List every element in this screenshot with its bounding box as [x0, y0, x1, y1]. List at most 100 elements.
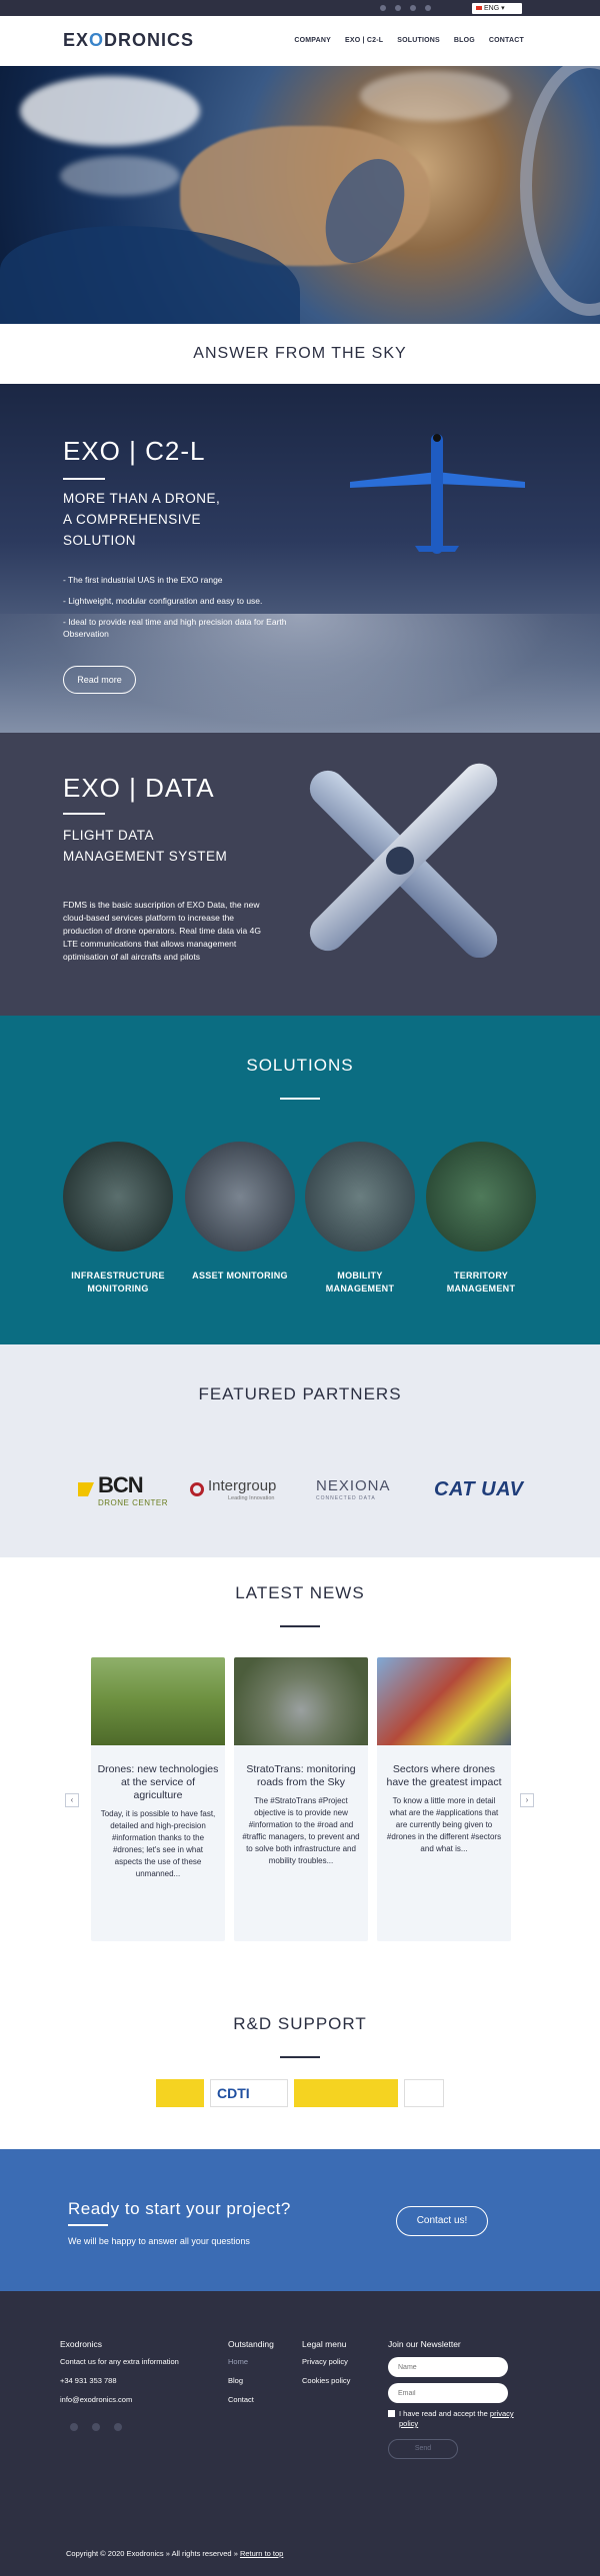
news-card-excerpt: To know a little more in detail what are… [386, 1796, 502, 1853]
nav-solutions[interactable]: SOLUTIONS [397, 37, 440, 44]
news-card-title[interactable]: Sectors where drones have the greatest i… [377, 1745, 511, 1789]
page: ENG ▾ EXODRONICS COMPANY EXO | C2-L SOLU… [0, 0, 600, 2576]
logo[interactable]: EXODRONICS [63, 30, 194, 51]
solution-label-line: MOBILITY MANAGEMENT [325, 1271, 395, 1293]
solution-label-line: INFRAESTRUCTURE [71, 1271, 165, 1281]
footer-heading: Outstanding [228, 2339, 274, 2349]
carousel-next-button[interactable]: › [520, 1793, 534, 1807]
divider [68, 2224, 108, 2226]
data-subtitle-line: MANAGEMENT SYSTEM [63, 849, 228, 864]
c2l-subtitle-line: MORE THAN A DRONE, [63, 491, 221, 506]
logo-suffix: DRONICS [104, 30, 195, 50]
footer-link-blog[interactable]: Blog [228, 2376, 274, 2385]
twitter-icon[interactable] [395, 5, 401, 11]
footer-email[interactable]: info@exodronics.com [60, 2395, 179, 2404]
cdti-label: CDTI [217, 2085, 250, 2101]
divider [63, 478, 105, 480]
linkedin-icon[interactable] [70, 2423, 78, 2431]
rd-title: R&D SUPPORT [233, 2014, 367, 2033]
footer-company: Exodronics Contact us for any extra info… [60, 2339, 179, 2414]
eu-logo [404, 2079, 444, 2107]
nexiona-logo[interactable]: NEXIONA CONNECTED DATA [316, 1468, 391, 1510]
solution-label: MOBILITY MANAGEMENT [305, 1270, 415, 1295]
intergroup-tag: Leading Innovation [228, 1495, 275, 1501]
language-selector[interactable]: ENG ▾ [472, 3, 522, 14]
footer-link-privacy[interactable]: Privacy policy [302, 2357, 350, 2366]
cat-uav-logo[interactable]: CAT UAV [434, 1468, 523, 1510]
site-footer: Exodronics Contact us for any extra info… [0, 2291, 600, 2576]
nav-exo-c2l[interactable]: EXO | C2-L [345, 37, 383, 44]
news-card[interactable]: Sectors where drones have the greatest i… [377, 1657, 511, 1941]
hero-cloud [360, 71, 510, 121]
footer-phone[interactable]: +34 931 353 788 [60, 2376, 179, 2385]
language-label: ENG [484, 5, 500, 12]
news-card[interactable]: StratoTrans: monitoring roads from the S… [234, 1657, 368, 1941]
solution-image [185, 1142, 295, 1252]
nav-company[interactable]: COMPANY [294, 37, 331, 44]
newsletter-send-button[interactable]: Send [388, 2439, 458, 2459]
instagram-icon[interactable] [114, 2423, 122, 2431]
solution-image [63, 1142, 173, 1252]
feature-item: - The first industrial UAS in the EXO ra… [63, 575, 223, 585]
cdti-logo: CDTI [210, 2079, 288, 2107]
carousel-prev-button[interactable]: ‹ [65, 1793, 79, 1807]
footer-heading: Exodronics [60, 2339, 103, 2349]
solution-mobility[interactable]: MOBILITY MANAGEMENT [305, 1142, 415, 1295]
news-card[interactable]: Drones: new technologies at the service … [91, 1657, 225, 1941]
news-card-title[interactable]: StratoTrans: monitoring roads from the S… [234, 1745, 368, 1789]
divider [63, 813, 105, 815]
consent-label: I have read and accept the privacy polic… [399, 2409, 528, 2429]
c2l-subtitle-line: SOLUTION [63, 533, 137, 548]
facebook-icon[interactable] [380, 5, 386, 11]
cta-text: We will be happy to answer all your ques… [68, 2236, 250, 2246]
feature-item: - Ideal to provide real time and high pr… [63, 617, 287, 639]
cta-section: Ready to start your project? We will be … [0, 2149, 600, 2291]
copyright-text: Copyright © 2020 Exodronics » All rights… [66, 2549, 238, 2558]
answer-section: ANSWER FROM THE SKY [0, 324, 600, 384]
solution-territory[interactable]: TERRITORY MANAGEMENT [426, 1142, 536, 1295]
intergroup-logo[interactable]: Intergroup Leading Innovation [190, 1468, 276, 1510]
solution-label-line: MANAGEMENT [446, 1284, 516, 1293]
footer-link-home[interactable]: Home [228, 2357, 274, 2366]
footer-link-cookies[interactable]: Cookies policy [302, 2376, 350, 2385]
rd-support-section: R&D SUPPORT CDTI [0, 1954, 600, 2149]
ministry-logo [294, 2079, 398, 2107]
newsletter-email-input[interactable] [388, 2383, 508, 2403]
nav-blog[interactable]: BLOG [454, 37, 475, 44]
c2l-subtitle-line: A COMPREHENSIVE [63, 512, 202, 527]
logo-prefix: EX [63, 30, 90, 50]
data-description: FDMS is the basic suscription of EXO Dat… [63, 900, 261, 962]
divider [280, 1098, 320, 1100]
solution-asset[interactable]: ASSET MONITORING [185, 1142, 295, 1283]
solution-image [426, 1142, 536, 1252]
footer-heading: Legal menu [302, 2339, 347, 2349]
linkedin-icon[interactable] [410, 5, 416, 11]
flag-icon [476, 6, 482, 11]
footer-newsletter: Join our Newsletter I have read and acce… [388, 2339, 528, 2459]
contact-button[interactable]: Contact us! [396, 2206, 488, 2236]
spain-government-logo [156, 2079, 204, 2107]
top-bar: ENG ▾ [0, 0, 600, 16]
consent-text: I have read and accept the [399, 2409, 488, 2418]
instagram-icon[interactable] [425, 5, 431, 11]
c2l-title: EXO | C2-L [63, 436, 206, 466]
news-image [91, 1657, 225, 1745]
consent-checkbox[interactable] [388, 2410, 395, 2417]
news-card-title[interactable]: Drones: new technologies at the service … [91, 1745, 225, 1802]
hero-earth-image [0, 66, 600, 324]
twitter-icon[interactable] [92, 2423, 100, 2431]
nav-contact[interactable]: CONTACT [489, 37, 524, 44]
funding-logos: CDTI [156, 2079, 444, 2109]
footer-link-contact[interactable]: Contact [228, 2395, 274, 2404]
read-more-button[interactable]: Read more [63, 666, 136, 694]
solution-label-line: TERRITORY [453, 1271, 509, 1281]
return-to-top-link[interactable]: Return to top [240, 2549, 283, 2558]
news-image [234, 1657, 368, 1745]
nexiona-tag: CONNECTED DATA [316, 1495, 376, 1501]
newsletter-name-input[interactable] [388, 2357, 508, 2377]
hero-cloud [20, 76, 200, 146]
news-card-excerpt: The #StratoTrans #Project objective is t… [242, 1796, 360, 1865]
bcn-drone-center-logo[interactable]: BCN DRONE CENTER [78, 1468, 168, 1510]
solution-infrastructure[interactable]: INFRAESTRUCTURE MONITORING [63, 1142, 173, 1295]
partners-section: FEATURED PARTNERS BCN DRONE CENTER Interg… [0, 1344, 600, 1557]
